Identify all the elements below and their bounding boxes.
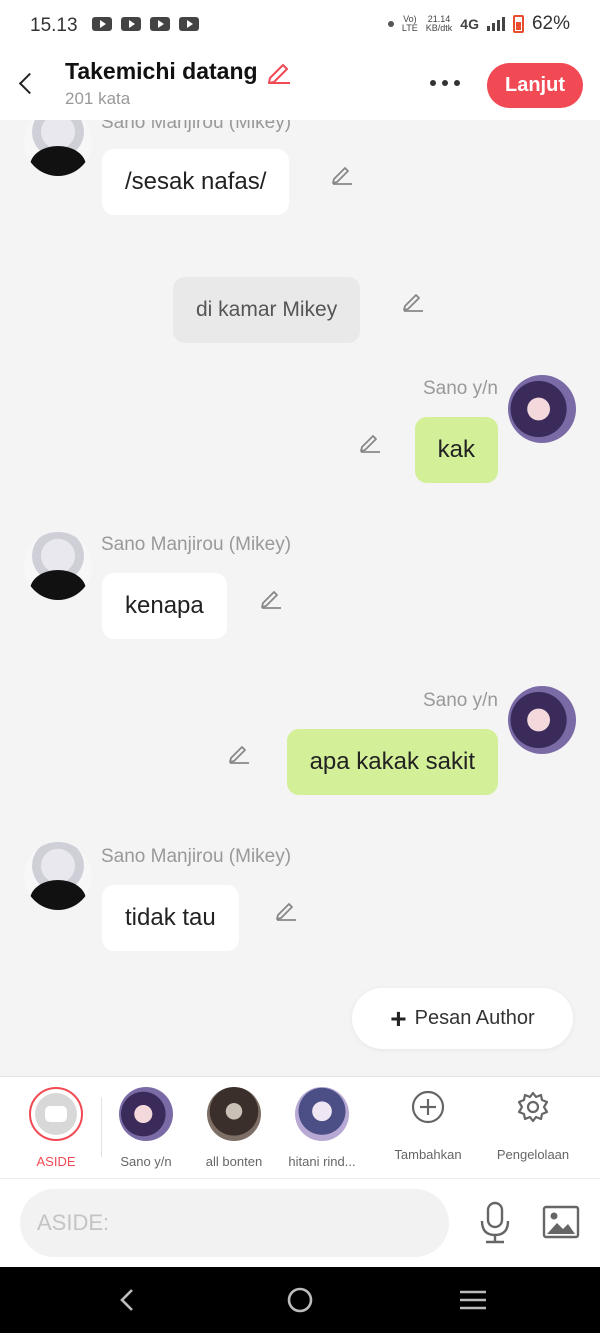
story-title-text: Takemichi datang <box>65 58 258 84</box>
sender-name: Sano Manjirou (Mikey) <box>101 534 292 555</box>
story-title[interactable]: Takemichi datang <box>65 58 292 85</box>
avatar-mikey[interactable] <box>24 532 92 600</box>
message-bubble[interactable]: tidak tau <box>102 885 239 951</box>
message-bubble[interactable]: kenapa <box>102 573 227 639</box>
volte-indicator: Vo) LTE <box>401 14 418 33</box>
youtube-notification-icon <box>179 17 199 31</box>
youtube-notification-icon <box>92 17 112 31</box>
edit-message-icon[interactable] <box>274 898 298 922</box>
youtube-notification-icon <box>121 17 141 31</box>
battery-icon <box>512 15 524 33</box>
plus-icon: + <box>390 1002 407 1034</box>
avatar <box>119 1087 173 1141</box>
character-sano-yn[interactable]: Sano y/n <box>98 1087 194 1169</box>
edit-message-icon[interactable] <box>227 741 251 765</box>
input-bar <box>0 1178 600 1267</box>
avatar-sano-yn[interactable] <box>508 375 576 443</box>
avatar-mikey[interactable] <box>24 120 92 176</box>
back-arrow-icon[interactable] <box>14 68 38 98</box>
message-bubble[interactable]: /sesak nafas/ <box>102 149 290 215</box>
character-label: hitani rind... <box>288 1154 356 1169</box>
system-navigation-bar <box>0 1267 600 1333</box>
system-indicators: Vo) LTE 21.14 KB/dtk 4G 62% <box>387 13 570 35</box>
title-block: Takemichi datang 201 kata <box>65 58 292 109</box>
youtube-notification-icon <box>150 17 170 31</box>
battery-percent: 62% <box>531 13 570 34</box>
top-bar: Takemichi datang 201 kata Lanjut <box>0 50 600 120</box>
nav-back-icon[interactable] <box>113 1285 143 1315</box>
character-aside[interactable]: ASIDE <box>8 1087 104 1169</box>
status-time: 15.13 <box>30 15 78 36</box>
more-options-icon[interactable] <box>430 80 460 86</box>
character-bar: ASIDE Sano y/n all bonten hitani rind...… <box>0 1076 600 1178</box>
notification-dot-icon <box>387 21 394 27</box>
sender-name: Sano Manjirou (Mikey) <box>101 846 292 867</box>
character-hitani-rindou[interactable]: hitani rind... <box>274 1087 370 1169</box>
sender-name: Sano y/n <box>423 378 498 399</box>
character-all-bonten[interactable]: all bonten <box>186 1087 282 1169</box>
signal-icon <box>486 17 505 31</box>
network-speed: 21.14 KB/dtk <box>425 14 453 33</box>
message-bubble[interactable]: kak <box>414 417 498 483</box>
edit-message-icon[interactable] <box>330 162 354 186</box>
sender-name: Sano Manjirou (Mikey) <box>101 120 292 133</box>
edit-title-icon[interactable] <box>266 60 292 84</box>
add-label: Tambahkan <box>394 1147 462 1162</box>
sender-name: Sano y/n <box>423 690 498 711</box>
notification-icons <box>92 17 199 31</box>
microphone-icon[interactable] <box>478 1201 512 1245</box>
message-bubble[interactable]: apa kakak sakit <box>286 729 498 795</box>
character-label: Sano y/n <box>120 1154 172 1169</box>
image-icon[interactable] <box>542 1205 580 1239</box>
avatar-sano-yn[interactable] <box>508 686 576 754</box>
edit-message-icon[interactable] <box>259 586 283 610</box>
chat-area[interactable]: Sano Manjirou (Mikey) /sesak nafas/ di k… <box>0 120 600 1076</box>
continue-button[interactable]: Lanjut <box>487 63 583 108</box>
add-character-button[interactable]: Tambahkan <box>373 1089 483 1162</box>
status-bar: 15.13 Vo) LTE 21.14 KB/dtk 4G 62% <box>0 0 600 50</box>
gear-icon <box>517 1091 549 1123</box>
author-message-label: Pesan Author <box>414 1007 535 1029</box>
character-label: ASIDE <box>36 1154 76 1169</box>
aside-input[interactable] <box>20 1189 449 1257</box>
nav-menu-icon[interactable] <box>458 1285 488 1315</box>
narration-bubble[interactable]: di kamar Mikey <box>173 277 361 343</box>
network-type: 4G <box>460 16 479 32</box>
avatar-mikey[interactable] <box>24 842 92 910</box>
avatar <box>295 1087 349 1141</box>
character-label: all bonten <box>205 1154 263 1169</box>
edit-message-icon[interactable] <box>358 430 382 454</box>
manage-button[interactable]: Pengelolaan <box>478 1089 588 1162</box>
avatar <box>207 1087 261 1141</box>
aside-icon <box>29 1087 83 1141</box>
edit-message-icon[interactable] <box>401 289 425 313</box>
add-circle-icon <box>411 1090 445 1124</box>
nav-home-icon[interactable] <box>285 1285 315 1315</box>
word-count: 201 kata <box>65 89 131 108</box>
author-message-button[interactable]: + Pesan Author <box>352 988 573 1049</box>
manage-label: Pengelolaan <box>496 1147 570 1162</box>
